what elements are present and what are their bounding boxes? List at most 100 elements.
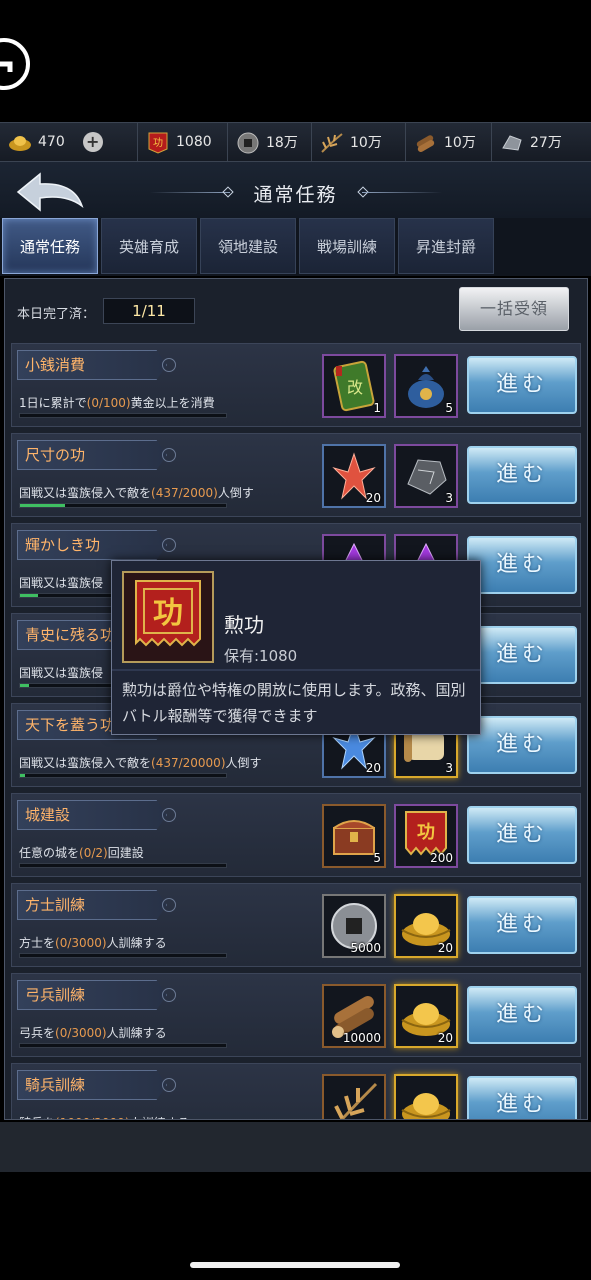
task-name: 弓兵訓練: [17, 980, 167, 1010]
merit-tooltip: 功 勲功 保有:1080 勲功は爵位や特権の開放に使用します。政務、国別バトル報…: [111, 560, 481, 735]
task-desc-post: 人訓練する: [106, 1026, 167, 1040]
reward-slot[interactable]: 功 200: [394, 804, 458, 868]
claim-all-button[interactable]: 一括受領: [459, 287, 569, 331]
go-button[interactable]: 進む: [467, 986, 577, 1044]
task-name: 騎兵訓練: [17, 1070, 167, 1100]
task-desc-pre: 任意の城を: [19, 846, 80, 860]
page-header: 通常任務: [0, 162, 591, 218]
progress-bar: [19, 953, 227, 958]
iron-icon: [500, 132, 524, 152]
tab-promotion[interactable]: 昇進封爵: [398, 218, 494, 274]
task-progress: (1000/2000): [55, 1116, 129, 1119]
reward-quantity: 5: [445, 401, 453, 415]
app-logo-icon: [0, 34, 30, 94]
tooltip-description: 勲功は爵位や特権の開放に使用します。政務、国別バトル報酬等で獲得できます: [122, 681, 466, 725]
reward-slot[interactable]: 3: [394, 444, 458, 508]
task-description: 国戦又は蛮族侵入で敵を(437/2000)人倒す: [19, 484, 254, 501]
ornament-icon: [162, 988, 176, 1002]
task-name: 方士訓練: [17, 890, 167, 920]
go-button[interactable]: 進む: [467, 626, 577, 684]
reward-quantity: 20: [437, 941, 453, 955]
task-name: 尺寸の功: [17, 440, 167, 470]
go-button[interactable]: 進む: [467, 896, 577, 954]
reward-slot[interactable]: 10000: [322, 984, 386, 1048]
task-description: 任意の城を(0/2)回建設: [19, 844, 144, 861]
task-desc-pre: 国戦又は蛮族侵: [19, 666, 104, 680]
task-name: 城建設: [17, 800, 167, 830]
progress-bar: [19, 773, 227, 778]
go-button[interactable]: 進む: [467, 716, 577, 774]
resource-grain[interactable]: 10万: [312, 123, 406, 161]
merit-icon: 功: [146, 132, 170, 154]
progress-fill: [20, 504, 65, 507]
task-name: 輝かしき功: [17, 530, 167, 560]
reward-quantity: 10000: [342, 1031, 381, 1045]
grain-value: 10万: [350, 135, 382, 151]
ornament-icon: [162, 538, 176, 552]
task-desc-pre: 1日に累計で: [19, 396, 87, 410]
resource-merit[interactable]: 功 1080: [138, 123, 228, 161]
task-row: 弓兵訓練弓兵を(0/3000)人訓練する 10000 20 進む: [11, 973, 581, 1057]
progress-fill: [20, 594, 38, 597]
reward-slot[interactable]: 5: [322, 804, 386, 868]
reward-slot[interactable]: [394, 1074, 458, 1119]
ornament-icon: [162, 1078, 176, 1092]
reward-slot[interactable]: 改1: [322, 354, 386, 418]
reward-quantity: 200: [430, 851, 453, 865]
progress-bar: [19, 503, 227, 508]
task-row: 方士訓練 方士を(0/3000)人訓練する 5000 20 進む: [11, 883, 581, 967]
resource-gold[interactable]: 470 +: [0, 123, 138, 161]
go-button[interactable]: 進む: [467, 356, 577, 414]
tab-bar: 通常任務 英雄育成 領地建設 戦場訓練 昇進封爵: [0, 218, 591, 276]
task-desc-post: 人訓練する: [106, 936, 167, 950]
reward-quantity: 20: [437, 1031, 453, 1045]
task-description: 国戦又は蛮族侵: [19, 574, 103, 591]
go-button[interactable]: 進む: [467, 806, 577, 864]
tab-daily-tasks[interactable]: 通常任務: [2, 218, 98, 274]
reward-slot[interactable]: [322, 1074, 386, 1119]
reward-quantity: 1: [373, 401, 381, 415]
ornament-icon: [162, 448, 176, 462]
reward-slot[interactable]: 20: [394, 894, 458, 958]
task-name: 小銭消費: [17, 350, 167, 380]
reward-quantity: 5: [373, 851, 381, 865]
gold-ingot-icon: [8, 132, 32, 152]
go-button[interactable]: 進む: [467, 446, 577, 504]
resource-coin[interactable]: 18万: [228, 123, 312, 161]
home-indicator[interactable]: [190, 1262, 400, 1268]
tab-battlefield-training[interactable]: 戦場訓練: [299, 218, 395, 274]
title-ornament-right: [362, 192, 442, 193]
task-description: 1日に累計で(0/100)黄金以上を消費: [19, 394, 215, 411]
task-desc-pre: 国戦又は蛮族侵: [19, 576, 104, 590]
add-gold-button[interactable]: +: [82, 132, 103, 152]
reward-quantity: 20: [365, 491, 381, 505]
reward-slot[interactable]: 20: [394, 984, 458, 1048]
merit-banner-icon: 功: [122, 571, 214, 663]
coin-value: 18万: [266, 135, 298, 151]
merit-value: 1080: [176, 134, 212, 150]
task-desc-pre: 弓兵を: [19, 1026, 56, 1040]
reward-slot[interactable]: 5000: [322, 894, 386, 958]
task-progress: (0/100): [86, 396, 131, 410]
task-description: 国戦又は蛮族侵: [19, 664, 103, 681]
task-description: 国戦又は蛮族侵入で敵を(437/20000)人倒す: [19, 754, 262, 771]
reward-slot[interactable]: 20: [322, 444, 386, 508]
resource-iron[interactable]: 27万: [492, 123, 591, 161]
task-desc-pre: 国戦又は蛮族侵入で敵を: [19, 486, 152, 500]
resource-wood[interactable]: 10万: [406, 123, 492, 161]
completed-label: 本日完了済：: [17, 307, 96, 322]
reward-slot[interactable]: 5: [394, 354, 458, 418]
tab-hero-training[interactable]: 英雄育成: [101, 218, 197, 274]
task-description: 弓兵を(0/3000)人訓練する: [19, 1024, 167, 1041]
go-button[interactable]: 進む: [467, 1076, 577, 1119]
resource-bar: 470 + 功 1080 18万 10万 10万 27万: [0, 122, 591, 162]
tab-territory-building[interactable]: 領地建設: [200, 218, 296, 274]
task-progress: (0/3000): [55, 1026, 107, 1040]
task-row: 尺寸の功国戦又は蛮族侵入で敵を(437/2000)人倒す 20 3 進む: [11, 433, 581, 517]
task-progress: (0/3000): [55, 936, 107, 950]
progress-bar: [19, 863, 227, 868]
svg-text:功: 功: [417, 822, 435, 843]
wood-value: 10万: [444, 135, 476, 151]
progress-bar: [19, 1043, 227, 1048]
go-button[interactable]: 進む: [467, 536, 577, 594]
